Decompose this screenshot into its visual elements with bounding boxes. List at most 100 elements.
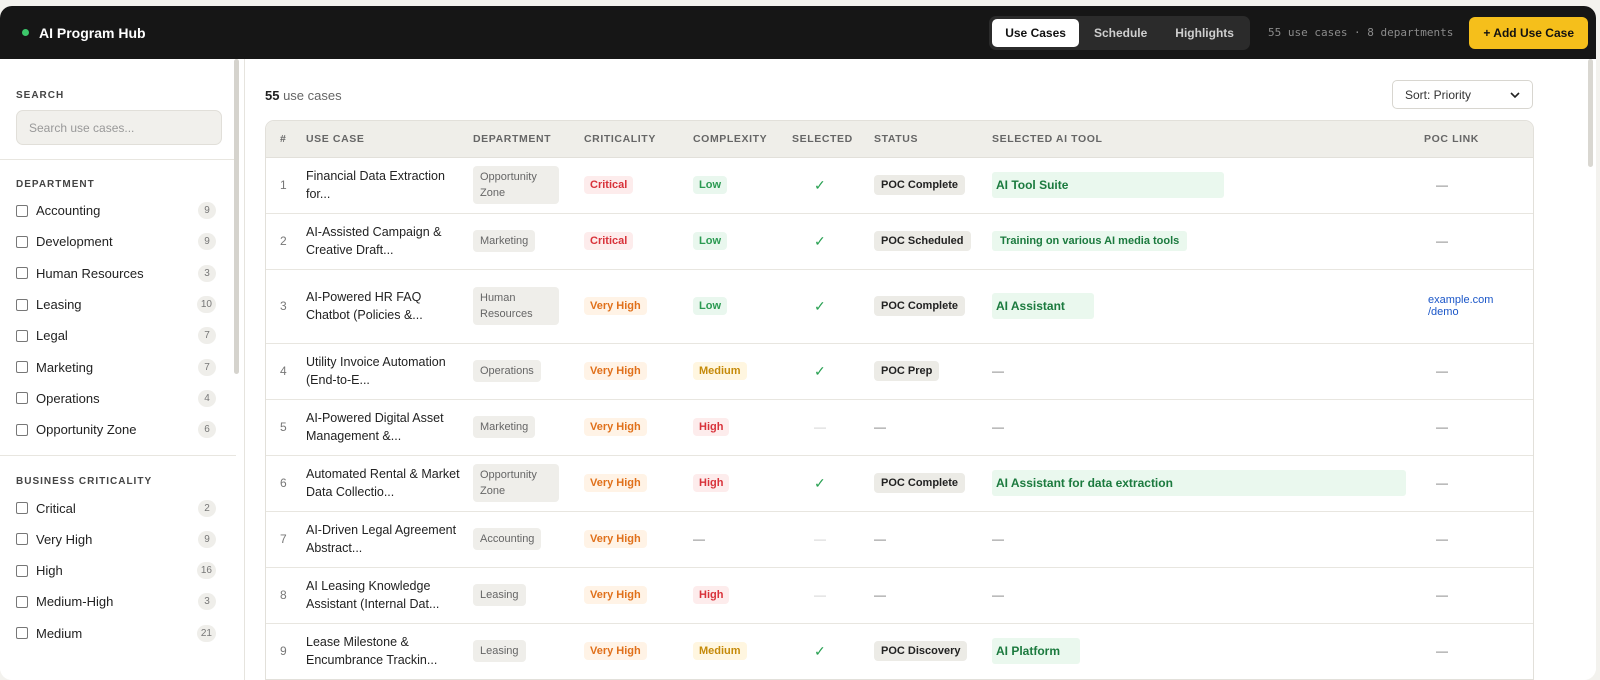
use-case-title[interactable]: AI-Assisted Campaign & Creative Draft... (306, 223, 473, 259)
col-header-number[interactable]: # (266, 121, 306, 158)
row-number: 7 (266, 511, 306, 568)
use-case-title[interactable]: Lease Milestone & Encumbrance Trackin... (306, 633, 473, 669)
table-row[interactable]: 3 AI-Powered HR FAQ Chatbot (Policies &..… (266, 269, 1533, 344)
filter-label: Operations (36, 390, 100, 406)
ai-tool-empty: — (992, 532, 1004, 546)
checkbox[interactable] (16, 267, 28, 280)
complexity-badge: High (693, 418, 730, 436)
criticality-filter-item[interactable]: Medium-High 3 (16, 586, 228, 617)
checkbox[interactable] (16, 564, 28, 577)
use-case-title[interactable]: Automated Rental & Market Data Collectio… (306, 465, 473, 501)
complexity-badge: Low (693, 232, 727, 250)
department-filter-item[interactable]: Development 9 (16, 226, 228, 257)
tab-schedule[interactable]: Schedule (1081, 19, 1160, 47)
poc-empty: — (1436, 644, 1448, 658)
department-filter-item[interactable]: Marketing 7 (16, 351, 228, 382)
checkbox[interactable] (16, 423, 28, 436)
status-badge: POC Discovery (874, 641, 968, 661)
criticality-badge: Very High (584, 474, 647, 492)
checkbox[interactable] (16, 235, 28, 248)
criticality-filter-item[interactable]: High 16 (16, 555, 228, 586)
poc-link[interactable]: example.com /demo (1428, 294, 1508, 318)
department-filter-item[interactable]: Leasing 10 (16, 289, 228, 320)
criticality-filter-list: Critical 2 Very High 9 High 16 Medium-High 3 Med… (16, 492, 228, 648)
use-case-count: 55 use cases (265, 88, 342, 103)
criticality-filter-item[interactable]: Very High 9 (16, 524, 228, 555)
count-badge: 16 (196, 562, 216, 580)
use-case-title[interactable]: AI Leasing Knowledge Assistant (Internal… (306, 577, 473, 613)
tab-use-cases[interactable]: Use Cases (992, 18, 1079, 47)
checkbox[interactable] (16, 298, 28, 311)
row-number: 8 (266, 567, 306, 624)
checkbox[interactable] (16, 204, 28, 217)
use-case-title[interactable]: AI-Driven Legal Agreement Abstract... (306, 521, 473, 557)
checkbox[interactable] (16, 533, 28, 546)
department-filter-item[interactable]: Human Resources 3 (16, 258, 228, 289)
use-case-title[interactable]: Utility Invoice Automation (End-to-E... (306, 353, 473, 389)
col-header-ai-tool[interactable]: SELECTED AI TOOL (992, 121, 1424, 158)
row-number: 9 (266, 623, 306, 679)
add-use-case-button[interactable]: + Add Use Case (1469, 16, 1588, 49)
search-heading: SEARCH (16, 90, 65, 101)
sort-select[interactable]: Sort: Priority (1392, 80, 1533, 109)
col-header-criticality[interactable]: CRITICALITY (584, 121, 693, 158)
checkbox[interactable] (16, 502, 28, 515)
use-case-title[interactable]: Financial Data Extraction for... (306, 167, 473, 203)
main-panel: 55 use cases Sort: Priority # USE CASE D… (245, 59, 1596, 680)
ai-tool-value: AI Tool Suite (992, 172, 1224, 198)
criticality-filter-item[interactable]: Medium 21 (16, 618, 228, 649)
col-header-status[interactable]: STATUS (874, 121, 992, 158)
department-filter-item[interactable]: Opportunity Zone 6 (16, 414, 228, 445)
checkbox[interactable] (16, 627, 28, 640)
ai-tool-value: AI Platform (992, 638, 1080, 664)
chevron-down-icon (1510, 91, 1520, 98)
col-header-poc-link[interactable]: POC LINK (1424, 121, 1533, 158)
count-badge: 9 (198, 202, 216, 220)
table-row[interactable]: 4 Utility Invoice Automation (End-to-E...… (266, 343, 1533, 400)
poc-empty: — (1436, 420, 1448, 434)
use-case-count-label: use cases (279, 88, 342, 103)
sidebar-scrollbar[interactable] (234, 59, 239, 374)
main-scrollbar[interactable] (1588, 59, 1593, 167)
status-badge: POC Complete (874, 473, 966, 493)
department-filter-item[interactable]: Operations 4 (16, 383, 228, 414)
department-tag: Marketing (473, 416, 536, 438)
col-header-complexity[interactable]: COMPLEXITY (693, 121, 792, 158)
table-row[interactable]: 8 AI Leasing Knowledge Assistant (Interna… (266, 567, 1533, 624)
ai-tool-empty: — (992, 588, 1004, 602)
col-header-selected[interactable]: SELECTED (792, 121, 874, 158)
checkbox[interactable] (16, 361, 28, 374)
table-row[interactable]: 6 Automated Rental & Market Data Collecti… (266, 455, 1533, 512)
department-filter-item[interactable]: Legal 7 (16, 320, 228, 351)
col-header-department[interactable]: DEPARTMENT (473, 121, 584, 158)
tab-highlights[interactable]: Highlights (1162, 19, 1247, 47)
selected-check-icon: ✓ (814, 474, 826, 491)
table-row[interactable]: 1 Financial Data Extraction for... Opportu… (266, 157, 1533, 214)
table-row[interactable]: 5 AI-Powered Digital Asset Management &..… (266, 399, 1533, 456)
count-badge: 4 (198, 389, 216, 407)
checkbox[interactable] (16, 392, 28, 405)
poc-empty: — (1436, 234, 1448, 248)
filter-label: Medium-High (36, 594, 114, 610)
filter-label: Legal (36, 328, 68, 344)
table-row[interactable]: 9 Lease Milestone & Encumbrance Trackin..… (266, 623, 1533, 679)
filter-label: Accounting (36, 203, 101, 219)
table-row[interactable]: 7 AI-Driven Legal Agreement Abstract... Ac… (266, 511, 1533, 568)
table-row[interactable]: 2 AI-Assisted Campaign & Creative Draft..… (266, 213, 1533, 270)
selected-empty: — (814, 420, 826, 434)
use-case-title[interactable]: AI-Powered HR FAQ Chatbot (Policies &... (306, 288, 473, 324)
filter-label: Marketing (36, 359, 94, 375)
col-header-use-case[interactable]: USE CASE (306, 121, 473, 158)
poc-empty: — (1436, 364, 1448, 378)
ai-tool-value: AI Assistant (992, 293, 1094, 319)
department-filter-item[interactable]: Accounting 9 (16, 195, 228, 226)
checkbox[interactable] (16, 595, 28, 608)
filter-label: Leasing (36, 297, 82, 313)
checkbox[interactable] (16, 329, 28, 342)
criticality-badge: Very High (584, 530, 647, 548)
use-case-title[interactable]: AI-Powered Digital Asset Management &... (306, 409, 473, 445)
search-input[interactable] (16, 110, 222, 145)
criticality-filter-item[interactable]: Critical 2 (16, 492, 228, 523)
count-badge: 6 (198, 421, 216, 439)
table-header-row: # USE CASE DEPARTMENT CRITICALITY COMPLE… (266, 121, 1533, 158)
